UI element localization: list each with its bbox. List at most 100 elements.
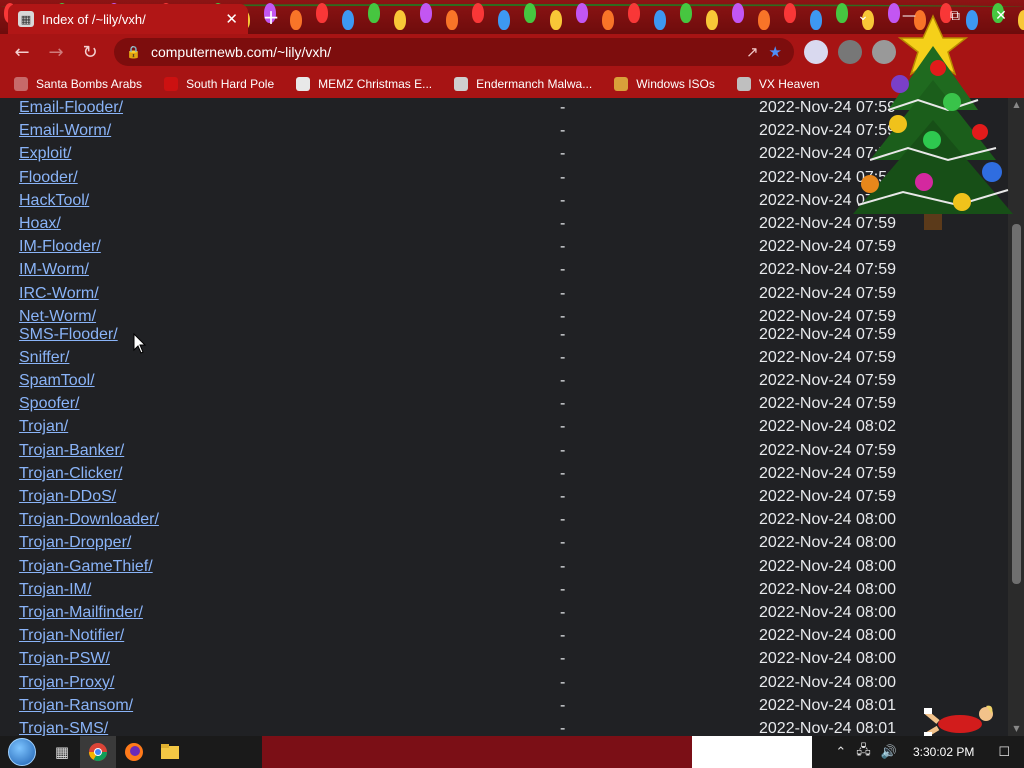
- task-view-button[interactable]: ▦: [44, 736, 80, 768]
- christmas-light-icon: [784, 3, 796, 23]
- christmas-light-icon: [550, 10, 562, 30]
- directory-listing: Email-Flooder/ - 2022-Nov-24 07:59 Email-Wo…: [19, 98, 979, 736]
- directory-link[interactable]: Spoofer/: [19, 395, 79, 413]
- bookmark-item[interactable]: VX Heaven: [736, 77, 820, 91]
- directory-link[interactable]: Trojan-Ransom/: [19, 697, 133, 715]
- chevron-up-icon[interactable]: ⌃: [835, 745, 846, 760]
- directory-link[interactable]: HackTool/: [19, 192, 89, 210]
- directory-link[interactable]: Trojan-Dropper/: [19, 534, 131, 552]
- directory-link[interactable]: IM-Worm/: [19, 261, 89, 279]
- directory-link[interactable]: Trojan-Clicker/: [19, 465, 122, 483]
- address-bar[interactable]: 🔒 computernewb.com/~lily/vxh/ ↗ ★: [114, 38, 794, 66]
- new-tab-button[interactable]: +: [260, 6, 282, 28]
- date-cell: 2022-Nov-24 07:59: [759, 464, 896, 482]
- listing-row: Sniffer/ - 2022-Nov-24 07:59: [19, 346, 979, 369]
- scrollbar-thumb[interactable]: [1012, 224, 1021, 584]
- desktop-wallpaper-strip: [692, 736, 812, 768]
- directory-link[interactable]: Hoax/: [19, 215, 61, 233]
- directory-link[interactable]: Email-Worm/: [19, 122, 111, 140]
- listing-row: Trojan-PSW/ - 2022-Nov-24 08:00: [19, 647, 979, 670]
- bookmark-item[interactable]: Santa Bombs Arabs: [14, 77, 142, 91]
- size-cell: -: [560, 673, 566, 691]
- directory-link[interactable]: Trojan-SMS/: [19, 720, 108, 736]
- bookmark-item[interactable]: Windows ISOs: [614, 77, 715, 91]
- date-cell: 2022-Nov-24 08:00: [759, 673, 896, 691]
- size-cell: -: [560, 719, 566, 736]
- extension-icon[interactable]: [804, 40, 828, 64]
- taskbar-chrome[interactable]: [80, 736, 116, 768]
- listing-row: Trojan-DDoS/ - 2022-Nov-24 07:59: [19, 485, 979, 508]
- directory-link[interactable]: IRC-Worm/: [19, 285, 99, 303]
- start-button[interactable]: [0, 736, 44, 768]
- star-icon[interactable]: ★: [769, 43, 782, 61]
- directory-link[interactable]: SMS-Flooder/: [19, 326, 118, 344]
- directory-link[interactable]: Flooder/: [19, 169, 78, 187]
- share-icon[interactable]: ↗: [746, 43, 759, 61]
- directory-link[interactable]: Trojan-Banker/: [19, 442, 124, 460]
- directory-link[interactable]: Exploit/: [19, 145, 71, 163]
- bookmark-item[interactable]: South Hard Pole: [164, 77, 274, 91]
- reload-button[interactable]: ↻: [76, 38, 104, 66]
- christmas-light-icon: [524, 3, 536, 23]
- christmas-light-icon: [654, 10, 666, 30]
- listing-row: Trojan/ - 2022-Nov-24 08:02: [19, 415, 979, 438]
- christmas-light-icon: [628, 3, 640, 23]
- clock[interactable]: 3:30:02 PM: [913, 745, 974, 759]
- directory-link[interactable]: Trojan-IM/: [19, 581, 91, 599]
- christmas-light-icon: [706, 10, 718, 30]
- taskbar-explorer[interactable]: [152, 736, 188, 768]
- size-cell: -: [560, 238, 566, 256]
- size-cell: -: [560, 168, 566, 186]
- directory-link[interactable]: Email-Flooder/: [19, 99, 123, 117]
- close-icon[interactable]: ✕: [225, 10, 238, 28]
- listing-row: Trojan-IM/ - 2022-Nov-24 08:00: [19, 578, 979, 601]
- directory-link[interactable]: IM-Flooder/: [19, 238, 101, 256]
- listing-row: Net-Worm/-2022-Nov-24 07:59: [19, 305, 979, 325]
- christmas-light-icon: [472, 3, 484, 23]
- listing-row: Email-Worm/-2022-Nov-24 07:59: [19, 119, 979, 142]
- listing-row: IM-Flooder/ - 2022-Nov-24 07:59: [19, 235, 979, 258]
- size-cell: -: [560, 284, 566, 302]
- taskbar-firefox[interactable]: [116, 736, 152, 768]
- forward-button[interactable]: →: [42, 38, 70, 66]
- listing-row: Hoax/-2022-Nov-24 07:59: [19, 212, 979, 235]
- size-cell: -: [560, 464, 566, 482]
- size-cell: -: [560, 557, 566, 575]
- notification-icon[interactable]: ☐: [998, 745, 1010, 760]
- directory-link[interactable]: Trojan-DDoS/: [19, 488, 116, 506]
- size-cell: -: [560, 650, 566, 668]
- network-icon[interactable]: 🖧: [856, 741, 871, 763]
- bookmark-favicon-icon: [14, 77, 28, 91]
- christmas-light-icon: [576, 3, 588, 23]
- plus-icon: +: [262, 5, 280, 29]
- back-button[interactable]: ←: [8, 38, 36, 66]
- bookmark-label: MEMZ Christmas E...: [318, 77, 433, 91]
- directory-link[interactable]: Trojan-Proxy/: [19, 674, 114, 692]
- date-cell: 2022-Nov-24 07:59: [759, 348, 896, 366]
- directory-link[interactable]: Trojan-Downloader/: [19, 511, 159, 529]
- listing-row: Trojan-Ransom/ - 2022-Nov-24 08:01: [19, 694, 979, 717]
- scroll-down-icon[interactable]: ▼: [1012, 724, 1021, 734]
- decorative-figure: [924, 705, 993, 738]
- directory-link[interactable]: Sniffer/: [19, 349, 69, 367]
- date-cell: 2022-Nov-24 08:00: [759, 511, 896, 529]
- directory-link[interactable]: Trojan-Mailfinder/: [19, 604, 143, 622]
- volume-icon[interactable]: 🔊: [881, 745, 897, 760]
- date-cell: 2022-Nov-24 07:59: [759, 284, 896, 302]
- directory-link[interactable]: Trojan-PSW/: [19, 650, 110, 668]
- arrow-right-icon: →: [48, 41, 64, 63]
- tab-active[interactable]: ▦ Index of /~lily/vxh/ ✕: [8, 4, 248, 34]
- bookmark-item[interactable]: MEMZ Christmas E...: [296, 77, 432, 91]
- bookmark-favicon-icon: [296, 77, 311, 91]
- url-text[interactable]: computernewb.com/~lily/vxh/: [151, 44, 736, 60]
- directory-link[interactable]: Trojan-Notifier/: [19, 627, 124, 645]
- christmas-light-icon: [290, 10, 302, 30]
- bookmark-favicon-icon: [736, 77, 751, 91]
- size-cell: -: [560, 191, 566, 209]
- bookmark-item[interactable]: Endermanch Malwa...: [454, 77, 592, 91]
- directory-link[interactable]: Trojan/: [19, 418, 68, 436]
- directory-link[interactable]: Trojan-GameThief/: [19, 558, 153, 576]
- directory-link[interactable]: SpamTool/: [19, 372, 95, 390]
- listing-row: Trojan-Clicker/ - 2022-Nov-24 07:59: [19, 462, 979, 485]
- size-cell: -: [560, 395, 566, 413]
